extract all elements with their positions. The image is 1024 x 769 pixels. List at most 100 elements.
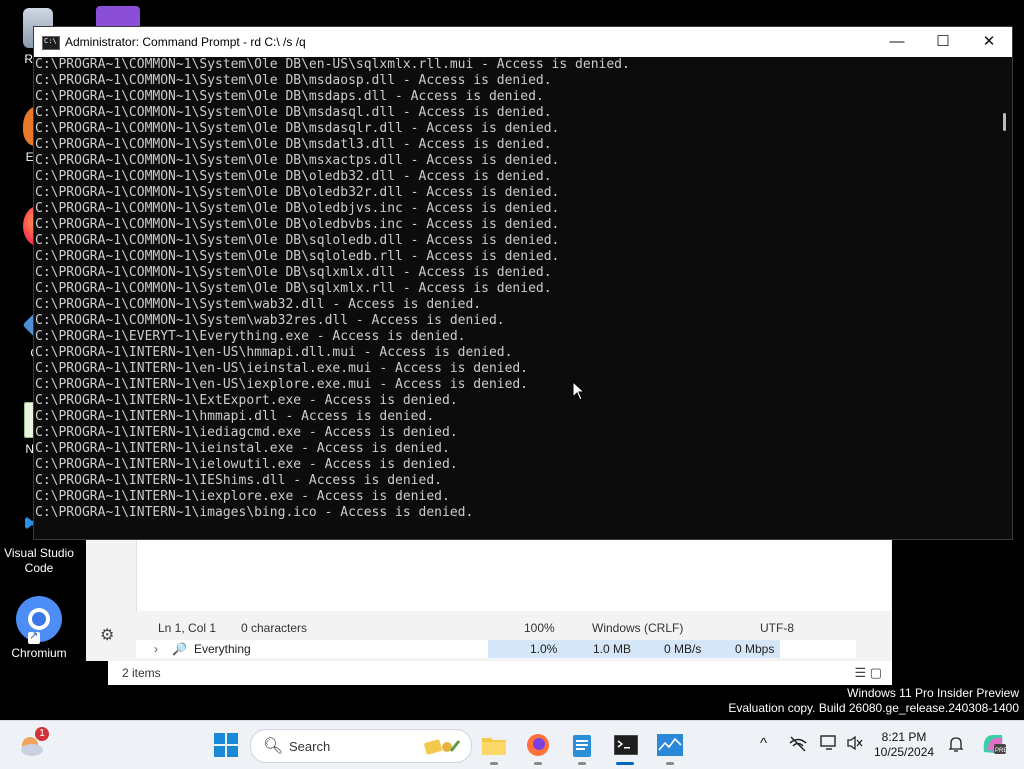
console-line: C:\PROGRA~1\COMMON~1\System\Ole DB\sqlol… <box>35 249 560 264</box>
clock-time: 8:21 PM <box>881 730 927 744</box>
console-line: C:\PROGRA~1\COMMON~1\System\Ole DB\msdao… <box>35 73 552 88</box>
console-line: C:\PROGRA~1\INTERN~1\ieinstal.exe - Acce… <box>35 441 450 456</box>
console-line: C:\PROGRA~1\COMMON~1\System\wab32.dll - … <box>35 297 482 312</box>
view-toggle-icons[interactable]: ☰ ▢ <box>854 665 882 681</box>
console-line: C:\PROGRA~1\INTERN~1\ielowutil.exe - Acc… <box>35 457 458 472</box>
maximize-icon: ☐ <box>936 33 950 50</box>
minimize-button[interactable]: — <box>874 27 920 57</box>
windows-logo-icon <box>214 733 238 757</box>
console-line: C:\PROGRA~1\COMMON~1\System\Ole DB\oledb… <box>35 201 560 216</box>
visual-studio-icon[interactable] <box>96 6 140 28</box>
clock-date: 10/25/2024 <box>874 745 935 759</box>
console-line: C:\PROGRA~1\COMMON~1\System\Ole DB\msdat… <box>35 137 552 152</box>
firefox-icon <box>527 734 549 756</box>
console-line: C:\PROGRA~1\INTERN~1\iediagcmd.exe - Acc… <box>35 425 458 440</box>
console-line: C:\PROGRA~1\COMMON~1\System\Ole DB\msdas… <box>35 121 560 136</box>
process-disk: 0 MB/s <box>664 642 702 656</box>
explorer-running-indicator <box>490 762 498 765</box>
taskbar-search-box[interactable]: 🔍︎ Search <box>250 729 472 763</box>
minimize-icon: — <box>889 33 905 50</box>
desktop-icon-label: Chromium <box>11 646 67 660</box>
display-icon[interactable] <box>820 735 838 755</box>
line-ending[interactable]: Windows (CRLF) <box>592 621 683 635</box>
console-line: C:\PROGRA~1\COMMON~1\System\Ole DB\msxac… <box>35 153 560 168</box>
console-line: C:\PROGRA~1\INTERN~1\en-US\hmmapi.dll.mu… <box>35 345 513 360</box>
console-line: C:\PROGRA~1\COMMON~1\System\Ole DB\en-US… <box>35 57 630 72</box>
console-line: C:\PROGRA~1\INTERN~1\en-US\ieinstal.exe.… <box>35 361 529 376</box>
notepad-running-indicator <box>578 762 586 765</box>
file-explorer-taskbar-button[interactable] <box>480 731 508 759</box>
watermark-edition: Windows 11 Pro Insider Preview <box>847 686 1019 700</box>
notepad-taskbar-button[interactable] <box>568 731 596 759</box>
weather-badge: 1 <box>35 727 49 741</box>
console-line: C:\PROGRA~1\COMMON~1\System\Ole DB\sqlol… <box>35 233 560 248</box>
taskmgr-running-indicator <box>666 762 674 765</box>
notification-bell-icon[interactable] <box>948 735 964 757</box>
windows-watermark: Windows 11 Pro Insider Preview Evaluatio… <box>728 686 1019 716</box>
console-output[interactable]: C:\PROGRA~1\COMMON~1\System\Ole DB\en-US… <box>34 57 995 537</box>
character-count: 0 characters <box>241 621 308 635</box>
copilot-icon[interactable]: PRE <box>980 732 1007 760</box>
console-line: C:\PROGRA~1\COMMON~1\System\wab32res.dll… <box>35 313 505 328</box>
console-line: C:\PROGRA~1\COMMON~1\System\Ole DB\oledb… <box>35 185 560 200</box>
console-line: C:\PROGRA~1\COMMON~1\System\Ole DB\sqlxm… <box>35 265 552 280</box>
everything-search-icon: 🔎 <box>172 642 187 656</box>
items-status-bar: 2 items ☰ ▢ <box>108 661 892 685</box>
notepad-icon <box>573 735 591 757</box>
process-network: 0 Mbps <box>735 642 775 656</box>
cursor-position: Ln 1, Col 1 <box>158 621 217 635</box>
cmd-app-icon <box>42 36 60 50</box>
console-line: C:\PROGRA~1\COMMON~1\System\Ole DB\msdas… <box>35 105 552 120</box>
settings-gear-icon[interactable]: ⚙ <box>100 625 114 645</box>
console-line: C:\PROGRA~1\INTERN~1\en-US\iexplore.exe.… <box>35 377 529 392</box>
cmd-window-title: Administrator: Command Prompt - rd C:\ /… <box>65 35 306 49</box>
console-line: C:\PROGRA~1\EVERYT~1\Everything.exe - Ac… <box>35 329 466 344</box>
firefox-taskbar-button[interactable] <box>524 731 552 759</box>
console-line: C:\PROGRA~1\COMMON~1\System\Ole DB\oledb… <box>35 217 560 232</box>
task-manager-taskbar-button[interactable] <box>656 731 684 759</box>
search-icon: 🔍︎ <box>263 738 284 755</box>
terminal-taskbar-button[interactable] <box>612 731 640 759</box>
zoom-level[interactable]: 100% <box>524 621 555 635</box>
cmd-title-bar[interactable]: Administrator: Command Prompt - rd C:\ /… <box>34 27 1012 57</box>
process-row[interactable]: › 🔎 Everything 1.0% 1.0 MB 0 MB/s 0 Mbps <box>136 640 856 658</box>
close-icon: ✕ <box>982 33 996 50</box>
maximize-button[interactable]: ☐ <box>920 27 966 57</box>
console-line: C:\PROGRA~1\COMMON~1\System\Ole DB\sqlxm… <box>35 281 552 296</box>
console-line: C:\PROGRA~1\INTERN~1\hmmapi.dll - Access… <box>35 409 435 424</box>
folder-icon <box>482 738 506 755</box>
items-count: 2 items <box>122 666 161 680</box>
process-cpu: 1.0% <box>530 642 558 656</box>
cmd-active-indicator <box>616 762 634 765</box>
desktop-icon-chromium[interactable]: Chromium <box>1 596 77 661</box>
system-clock[interactable]: 8:21 PM 10/25/2024 <box>874 730 934 760</box>
start-button[interactable] <box>212 731 240 759</box>
notepad-text-area[interactable] <box>136 537 891 611</box>
desktop-icon-label: Visual Studio Code <box>4 546 74 575</box>
taskbar: 1 🔍︎ Search ^ 8:21 PM 10/25/2024 PRE <box>0 720 1024 769</box>
search-highlight-icon <box>421 735 461 762</box>
process-name: Everything <box>194 642 251 656</box>
volume-muted-icon[interactable] <box>846 735 864 755</box>
console-line: C:\PROGRA~1\COMMON~1\System\Ole DB\msdap… <box>35 89 544 104</box>
encoding[interactable]: UTF-8 <box>760 621 794 635</box>
notepad-status-bar: Ln 1, Col 1 0 characters 100% Windows (C… <box>136 613 890 641</box>
show-hidden-icons-chevron-icon[interactable]: ^ <box>760 735 767 752</box>
console-line: C:\PROGRA~1\INTERN~1\images\bing.ico - A… <box>35 505 474 520</box>
chromium-icon <box>16 596 62 644</box>
command-prompt-window[interactable]: Administrator: Command Prompt - rd C:\ /… <box>33 26 1013 540</box>
close-button[interactable]: ✕ <box>966 27 1012 57</box>
console-scrollbar[interactable] <box>996 57 1012 537</box>
watermark-build: Evaluation copy. Build 26080.ge_release.… <box>728 701 1019 715</box>
weather-widget-icon[interactable]: 1 <box>18 727 49 759</box>
shortcut-arrow-icon <box>28 629 40 644</box>
console-line: C:\PROGRA~1\INTERN~1\IEShims.dll - Acces… <box>35 473 442 488</box>
scrollbar-thumb[interactable] <box>1003 113 1006 131</box>
console-line: C:\PROGRA~1\INTERN~1\ExtExport.exe - Acc… <box>35 393 458 408</box>
console-line: C:\PROGRA~1\INTERN~1\iexplore.exe - Acce… <box>35 489 450 504</box>
search-placeholder: Search <box>289 739 331 754</box>
network-offline-icon[interactable] <box>788 735 808 757</box>
expand-chevron-icon[interactable]: › <box>154 642 158 656</box>
task-manager-icon <box>657 734 683 756</box>
firefox-running-indicator <box>534 762 542 765</box>
